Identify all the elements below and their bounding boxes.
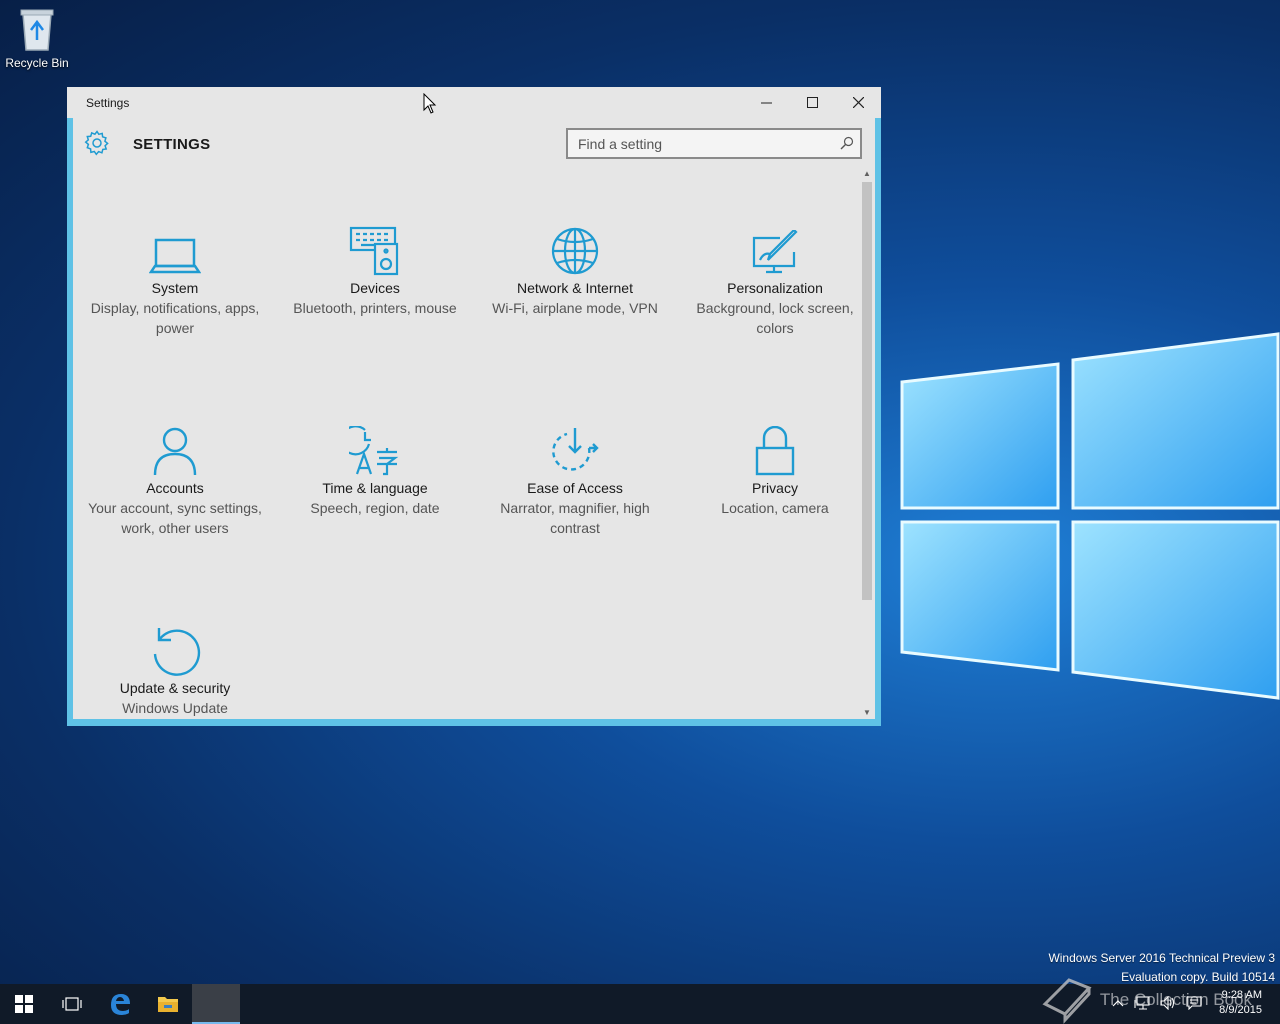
network-icon[interactable] xyxy=(1134,996,1150,1010)
start-button[interactable] xyxy=(0,984,48,1024)
search-box[interactable] xyxy=(566,128,862,159)
paint-icon xyxy=(752,230,798,274)
tile-ease-of-access-desc: Narrator, magnifier, high contrast xyxy=(500,500,650,536)
tile-network[interactable]: Network & Internet Wi-Fi, airplane mode,… xyxy=(480,212,670,318)
taskbar-clock[interactable]: 9:28 AM 8/9/2015 xyxy=(1219,988,1262,1018)
settings-taskbar-button[interactable] xyxy=(192,984,240,1024)
tile-accounts-desc: Your account, sync settings, work, other… xyxy=(88,500,262,536)
tile-privacy[interactable]: Privacy Location, camera xyxy=(680,412,870,518)
tile-personalization-label: Personalization xyxy=(727,280,823,296)
globe-icon xyxy=(551,227,599,275)
recycle-bin-icon xyxy=(20,9,54,51)
tile-time-language[interactable]: Time & language Speech, region, date xyxy=(280,412,470,518)
tile-network-desc: Wi-Fi, airplane mode, VPN xyxy=(492,300,658,316)
windows-start-icon xyxy=(15,995,33,1013)
time-language-icon xyxy=(349,426,399,476)
clock-time: 9:28 AM xyxy=(1221,989,1262,1001)
devices-icon xyxy=(349,226,399,276)
close-icon xyxy=(852,97,864,108)
tile-update-security[interactable]: Update & security Windows Update xyxy=(80,612,270,718)
edge-taskbar-button[interactable] xyxy=(96,984,144,1024)
tile-system-label: System xyxy=(151,280,199,296)
scroll-down-icon[interactable]: ▼ xyxy=(861,707,873,719)
search-icon[interactable] xyxy=(840,136,854,150)
task-view-icon xyxy=(62,997,82,1011)
tile-system-desc: Display, notifications, apps, power xyxy=(90,300,260,336)
scroll-up-icon[interactable]: ▲ xyxy=(861,168,873,180)
tile-update-security-label: Update & security xyxy=(119,680,231,696)
tile-accounts[interactable]: Accounts Your account, sync settings, wo… xyxy=(80,412,270,538)
recycle-bin[interactable]: Recycle Bin xyxy=(4,6,70,70)
lock-icon xyxy=(755,426,795,476)
tile-personalization-desc: Background, lock screen, colors xyxy=(696,300,854,336)
mouse-cursor-icon xyxy=(423,93,437,114)
edge-icon xyxy=(111,994,130,1015)
maximize-button[interactable] xyxy=(789,87,835,118)
gear-icon xyxy=(84,130,109,156)
vertical-scrollbar[interactable]: ▲ ▼ xyxy=(861,168,873,719)
windows-logo-wallpaper xyxy=(900,332,1280,700)
person-icon xyxy=(153,427,197,476)
action-center-icon[interactable] xyxy=(1186,996,1202,1010)
tile-devices[interactable]: Devices Bluetooth, printers, mouse xyxy=(280,212,470,318)
tray-icons xyxy=(1112,996,1202,1010)
update-icon xyxy=(153,628,201,676)
maximize-icon xyxy=(806,97,818,108)
tile-personalization[interactable]: Personalization Background, lock screen,… xyxy=(680,212,870,338)
tile-devices-label: Devices xyxy=(350,280,400,296)
clock-date: 8/9/2015 xyxy=(1219,1004,1262,1016)
minimize-button[interactable] xyxy=(743,87,789,118)
taskbar: The Collection Book 9:28 AM 8/9/2015 xyxy=(0,978,1280,1024)
folder-icon xyxy=(158,997,178,1012)
file-explorer-taskbar-button[interactable] xyxy=(144,984,192,1024)
tile-ease-of-access-label: Ease of Access xyxy=(527,480,623,496)
tile-system[interactable]: System Display, notifications, apps, pow… xyxy=(80,212,270,338)
tile-network-label: Network & Internet xyxy=(517,280,633,296)
tile-ease-of-access[interactable]: Ease of Access Narrator, magnifier, high… xyxy=(480,412,670,538)
tile-update-security-desc: Windows Update xyxy=(122,700,228,716)
laptop-icon xyxy=(149,238,201,274)
book-watermark-icon xyxy=(1042,978,1092,1024)
tile-accounts-label: Accounts xyxy=(146,480,204,496)
tile-privacy-desc: Location, camera xyxy=(721,500,829,516)
tile-time-language-desc: Speech, region, date xyxy=(310,500,440,516)
scrollbar-thumb[interactable] xyxy=(862,182,872,600)
volume-icon[interactable] xyxy=(1160,996,1176,1010)
tile-privacy-label: Privacy xyxy=(752,480,798,496)
settings-window: Settings SETTINGS Find a setting System … xyxy=(67,87,881,726)
settings-header: SETTINGS xyxy=(73,118,875,168)
minimize-icon xyxy=(760,102,772,104)
tile-devices-desc: Bluetooth, printers, mouse xyxy=(293,300,457,316)
recycle-bin-label: Recycle Bin xyxy=(5,56,69,70)
settings-content: SETTINGS Find a setting System Display, … xyxy=(73,118,875,719)
ease-of-access-icon xyxy=(552,428,599,471)
window-title: Settings xyxy=(86,95,130,110)
page-title: SETTINGS xyxy=(133,136,211,153)
title-bar[interactable]: Settings xyxy=(67,87,881,118)
chevron-up-icon[interactable] xyxy=(1112,996,1124,1010)
watermark-line1: Windows Server 2016 Technical Preview 3 xyxy=(1048,951,1275,965)
tile-time-language-label: Time & language xyxy=(322,480,428,496)
close-button[interactable] xyxy=(835,87,881,118)
search-input[interactable] xyxy=(568,130,828,157)
task-view-button[interactable] xyxy=(48,984,96,1024)
